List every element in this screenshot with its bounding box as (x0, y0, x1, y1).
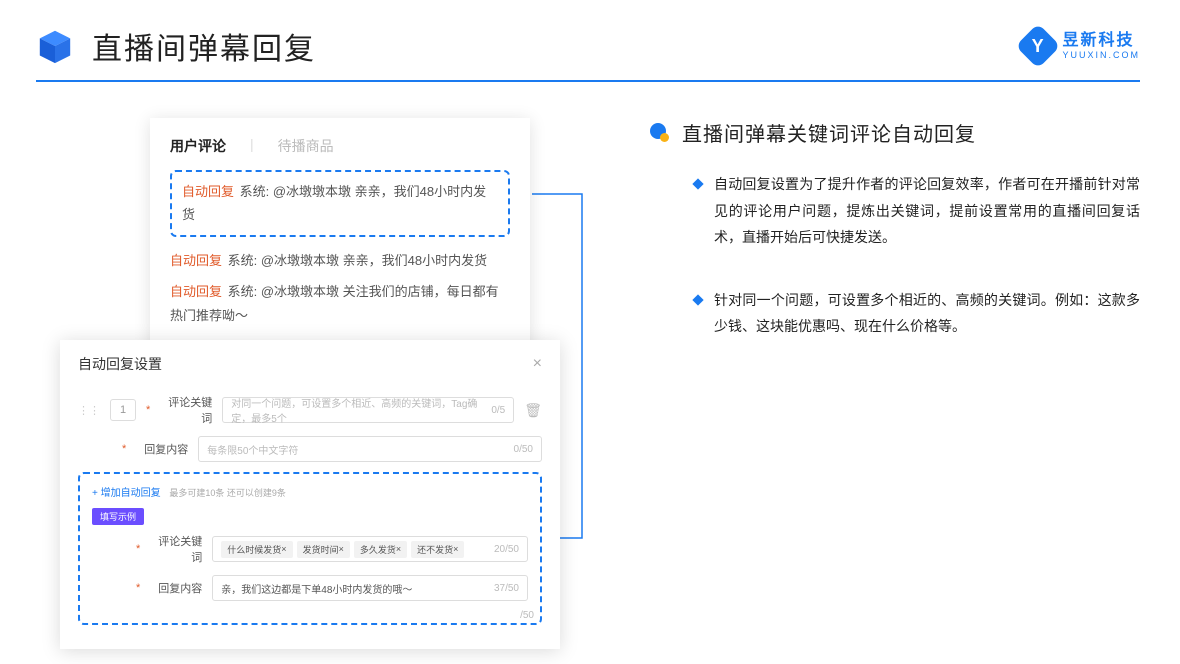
example-content-text: 亲，我们这边都是下单48小时内发货的哦～ (221, 581, 412, 596)
tag-chip[interactable]: 发货时间 × (297, 541, 350, 558)
explanation-panel: 直播间弹幕关键词评论自动回复 自动回复设置为了提升作者的评论回复效率，作者可在开… (650, 118, 1140, 376)
example-row-keyword: * 评论关键词 什么时候发货 × 发货时间 × 多久发货 × 还不发货 × 20… (136, 533, 528, 565)
tag-chip[interactable]: 什么时候发货 × (221, 541, 292, 558)
page-title: 直播间弹幕回复 (92, 24, 316, 68)
settings-row-content: * 回复内容 每条限50个中文字符 0/50 (122, 436, 542, 462)
tab-user-comments[interactable]: 用户评论 (170, 136, 226, 156)
keyword-label: 评论关键词 (160, 394, 212, 426)
brand-logo: Y 昱新科技 YUUXIN.COM (1022, 30, 1140, 62)
example-content-input[interactable]: 亲，我们这边都是下单48小时内发货的哦～ 37/50 (212, 575, 528, 601)
close-icon[interactable]: × (533, 355, 542, 373)
counter: 0/50 (514, 444, 533, 455)
diamond-icon (692, 178, 703, 189)
point-item: 针对同一个问题，可设置多个相近的、高频的关键词。例如：这款多少钱、这块能优惠吗、… (694, 287, 1140, 340)
comment-row: 自动回复 系统: @冰墩墩本墩 关注我们的店铺，每日都有热门推荐呦～ (170, 280, 510, 327)
tab-separator: | (250, 136, 254, 156)
add-hint: + 增加自动回复 最多可建10条 还可以创建9条 (92, 484, 528, 499)
comment-text: 系统: @冰墩墩本墩 亲亲，我们48小时内发货 (224, 253, 487, 268)
brand-mark-icon: Y (1016, 23, 1061, 68)
tag-chip[interactable]: 还不发货 × (411, 541, 464, 558)
content-label: 回复内容 (150, 580, 202, 596)
limit-hint: 最多可建10条 还可以创建9条 (169, 488, 286, 498)
tag-chip[interactable]: 多久发货 × (354, 541, 407, 558)
keyword-label: 评论关键词 (150, 533, 202, 565)
settings-row-keyword: ⋮⋮ 1 * 评论关键词 对同一个问题，可设置多个相近、高频的关键词，Tag确定… (78, 394, 542, 426)
comment-row: 自动回复 系统: @冰墩墩本墩 亲亲，我们48小时内发货 (170, 249, 510, 272)
auto-reply-tag: 自动回复 (182, 184, 234, 199)
point-item: 自动回复设置为了提升作者的评论回复效率，作者可在开播前针对常见的评论用户问题，提… (694, 171, 1140, 251)
comments-panel: 用户评论 | 待播商品 自动回复 系统: @冰墩墩本墩 亲亲，我们48小时内发货… (150, 118, 530, 353)
example-keyword-input[interactable]: 什么时候发货 × 发货时间 × 多久发货 × 还不发货 × 20/50 (212, 536, 528, 562)
cube-icon (36, 27, 74, 65)
example-row-content: * 回复内容 亲，我们这边都是下单48小时内发货的哦～ 37/50 (136, 575, 528, 601)
order-index: 1 (110, 399, 136, 421)
brand-domain: YUUXIN.COM (1062, 51, 1140, 60)
point-text: 自动回复设置为了提升作者的评论回复效率，作者可在开播前针对常见的评论用户问题，提… (714, 171, 1140, 251)
outside-counter: /50 (520, 610, 534, 621)
required-star-icon: * (136, 582, 140, 594)
content-label: 回复内容 (136, 441, 188, 457)
point-text: 针对同一个问题，可设置多个相近的、高频的关键词。例如：这款多少钱、这块能优惠吗、… (714, 287, 1140, 340)
counter: 20/50 (494, 544, 519, 555)
panel-title: 自动回复设置 (78, 354, 162, 374)
bullet-dot-icon (650, 123, 670, 143)
example-badge: 填写示例 (92, 508, 144, 525)
counter: 37/50 (494, 583, 519, 594)
counter: 0/5 (491, 405, 505, 416)
placeholder: 每条限50个中文字符 (207, 442, 298, 457)
diamond-icon (692, 294, 703, 305)
placeholder: 对同一个问题，可设置多个相近、高频的关键词，Tag确定，最多5个 (231, 395, 487, 425)
required-star-icon: * (136, 543, 140, 555)
comment-row: 自动回复 系统: @冰墩墩本墩 亲亲，我们48小时内发货 (182, 180, 498, 227)
brand-name: 昱新科技 (1062, 33, 1140, 49)
settings-panel: 自动回复设置 × ⋮⋮ 1 * 评论关键词 对同一个问题，可设置多个相近、高频的… (60, 340, 560, 649)
drag-handle-icon[interactable]: ⋮⋮ (78, 404, 100, 417)
trash-icon[interactable]: 🗑 (524, 402, 542, 419)
required-star-icon: * (122, 443, 126, 455)
tab-pending-goods[interactable]: 待播商品 (278, 136, 334, 156)
page-header: 直播间弹幕回复 Y 昱新科技 YUUXIN.COM (0, 0, 1180, 80)
keyword-input[interactable]: 对同一个问题，可设置多个相近、高频的关键词，Tag确定，最多5个 0/5 (222, 397, 514, 423)
add-auto-reply-link[interactable]: + 增加自动回复 (92, 488, 161, 499)
auto-reply-tag: 自动回复 (170, 284, 222, 299)
required-star-icon: * (146, 404, 150, 416)
section-title: 直播间弹幕关键词评论自动回复 (682, 118, 976, 147)
highlighted-comment: 自动回复 系统: @冰墩墩本墩 亲亲，我们48小时内发货 (170, 170, 510, 237)
example-section: + 增加自动回复 最多可建10条 还可以创建9条 填写示例 * 评论关键词 什么… (78, 472, 542, 625)
auto-reply-tag: 自动回复 (170, 253, 222, 268)
content-input[interactable]: 每条限50个中文字符 0/50 (198, 436, 542, 462)
screenshot-composite: 用户评论 | 待播商品 自动回复 系统: @冰墩墩本墩 亲亲，我们48小时内发货… (60, 118, 560, 353)
